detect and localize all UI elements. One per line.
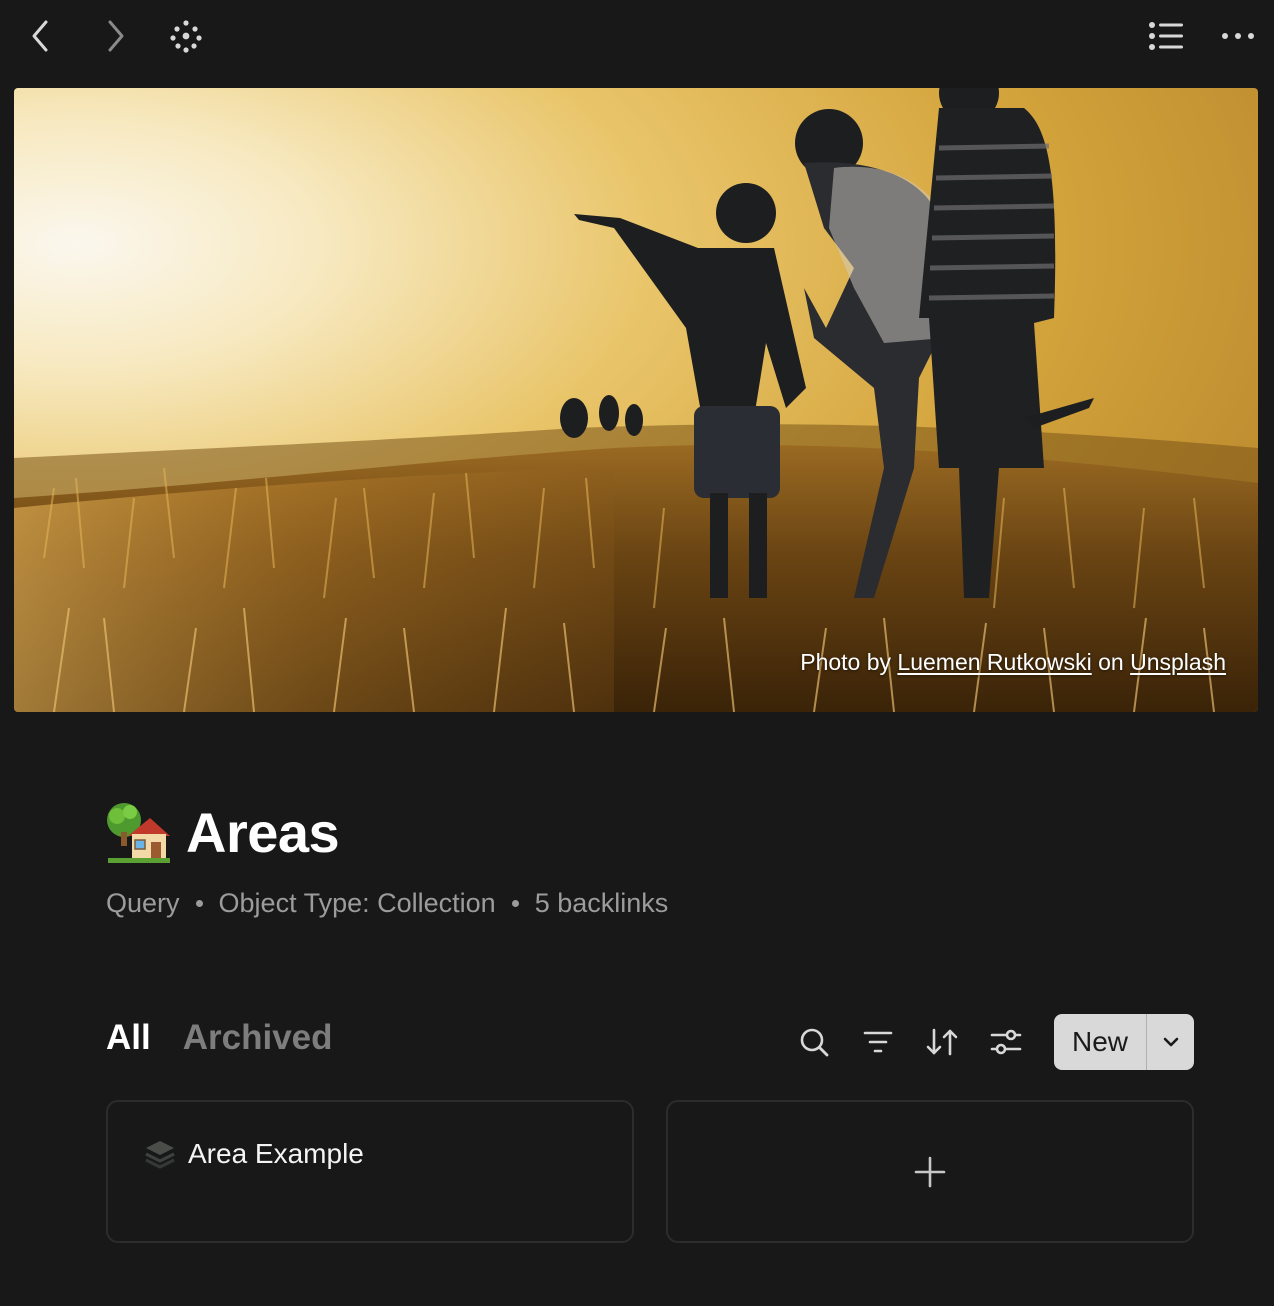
house-with-garden-icon[interactable] [104,798,172,866]
more-horizontal-icon [1222,33,1254,39]
graph-button[interactable] [164,14,208,58]
sort-button[interactable] [920,1020,964,1064]
new-button[interactable]: New [1054,1014,1147,1070]
credit-site-link[interactable]: Unsplash [1130,649,1226,675]
meta-backlinks[interactable]: 5 backlinks [535,888,669,919]
cover-photo [14,88,1258,712]
stack-icon [145,1141,175,1169]
chevron-left-icon [32,20,48,52]
meta-type[interactable]: Query [106,888,180,919]
chevron-down-icon [1163,1037,1178,1047]
credit-on: on [1091,649,1131,675]
filter-button[interactable] [856,1020,900,1064]
cover-image[interactable]: Photo by Luemen Rutkowski on Unsplash [14,88,1258,712]
search-icon [800,1028,829,1057]
separator-dot [511,900,519,907]
add-object-card[interactable] [666,1100,1194,1243]
card-title: Area Example [188,1138,364,1169]
top-toolbar [0,0,1274,76]
separator-dot [195,900,203,907]
view-settings-button[interactable] [984,1020,1028,1064]
more-button[interactable] [1216,14,1260,58]
graph-dots-icon [170,20,202,53]
new-object-button-group: New [1054,1014,1194,1070]
forward-button[interactable] [94,14,138,58]
credit-prefix: Photo by [800,649,898,675]
plus-icon [914,1156,946,1187]
card-header: Area Example [144,1138,364,1170]
toc-button[interactable] [1144,14,1188,58]
view-tabs: All Archived [106,1018,333,1058]
tab-all[interactable]: All [106,1018,151,1058]
page-meta: Query Object Type: Collection 5 backlink… [106,888,668,919]
filter-icon [863,1031,893,1053]
meta-object-type[interactable]: Object Type: Collection [219,888,496,919]
new-options-button[interactable] [1147,1014,1194,1070]
page-title[interactable]: Areas [186,800,340,865]
photo-credit: Photo by Luemen Rutkowski on Unsplash [800,649,1226,676]
credit-author-link[interactable]: Luemen Rutkowski [897,649,1091,675]
search-button[interactable] [792,1020,836,1064]
page-header: Areas [104,796,340,868]
collection-card[interactable]: Area Example [106,1100,634,1243]
list-icon [1149,22,1183,50]
sliders-icon [990,1029,1022,1055]
tab-archived[interactable]: Archived [183,1018,333,1058]
back-button[interactable] [18,14,62,58]
sort-icon [926,1028,958,1056]
chevron-right-icon [108,20,124,52]
